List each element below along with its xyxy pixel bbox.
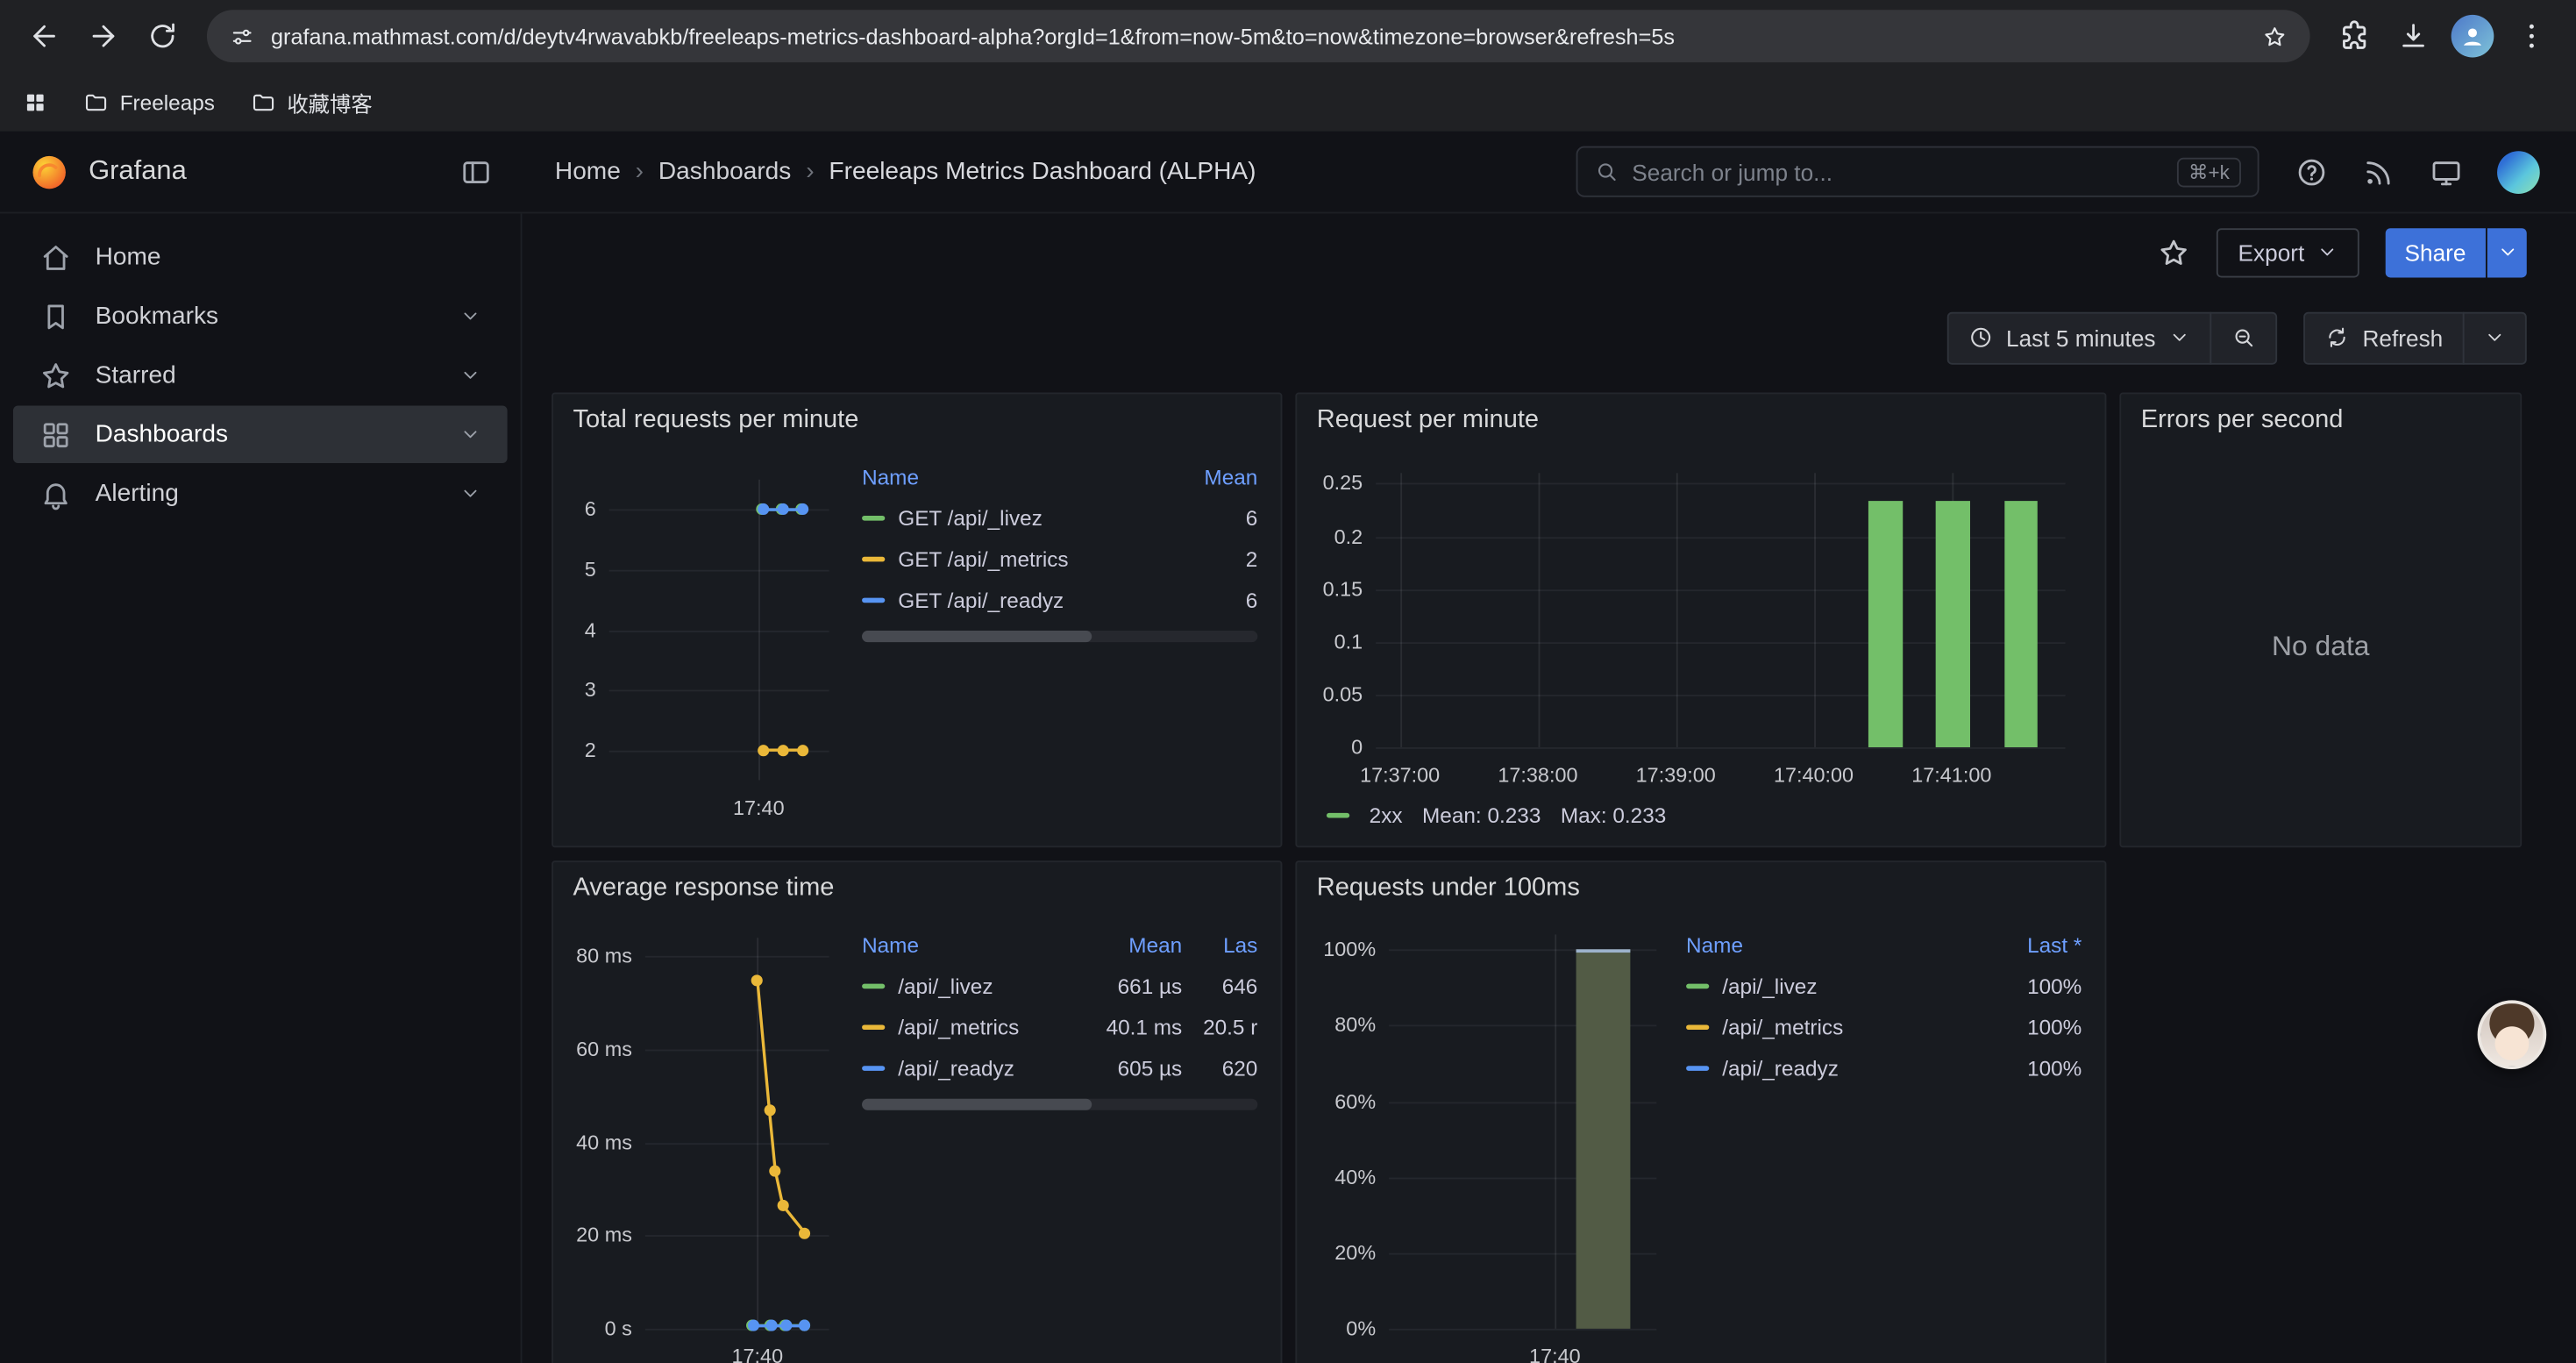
browser-chrome: grafana.mathmast.com/d/deytv4rwavabkb/fr…	[0, 0, 2576, 132]
breadcrumb-dashboards[interactable]: Dashboards	[658, 158, 791, 186]
grafana-logo[interactable]	[30, 152, 69, 191]
folder-icon	[83, 89, 108, 114]
screen: grafana.mathmast.com/d/deytv4rwavabkb/fr…	[0, 0, 2576, 1363]
panel-title[interactable]: Total requests per minute	[553, 394, 1281, 446]
help-icon[interactable]	[2295, 155, 2328, 188]
profile-avatar[interactable]	[2444, 8, 2501, 64]
bookmarks-bar: Freeleaps 收藏博客	[0, 72, 2576, 131]
export-button[interactable]: Export	[2217, 227, 2359, 276]
panel-title[interactable]: Request per minute	[1297, 394, 2104, 446]
monitor-icon[interactable]	[2430, 155, 2462, 188]
zoom-out-icon	[2231, 325, 2256, 350]
panel-title[interactable]: Requests under 100ms	[1297, 862, 2104, 915]
sidebar-item-bookmarks[interactable]: Bookmarks	[13, 288, 508, 346]
time-range-button[interactable]: Last 5 minutes	[1947, 311, 2212, 364]
panel-title[interactable]: Errors per second	[2121, 394, 2520, 446]
legend-inline[interactable]: 2xxMean: 0.233Max: 0.233	[1313, 793, 2089, 836]
avg-response-time-chart: 80 ms60 ms40 ms20 ms0 s17:40	[570, 915, 846, 1363]
clock-icon	[1968, 325, 1993, 350]
floating-assistant-avatar[interactable]	[2478, 1000, 2547, 1069]
grafana-header: Grafana Home › Dashboards › Freeleaps Me…	[0, 132, 2576, 214]
header-icons	[2259, 150, 2576, 193]
breadcrumb-separator: ›	[636, 158, 644, 186]
zoom-out-button[interactable]	[2210, 311, 2277, 364]
sidebar-item-home[interactable]: Home	[13, 228, 508, 286]
bookmark-folder-freeleaps[interactable]: Freeleaps	[83, 89, 214, 114]
browser-menu-kebab-icon[interactable]	[2504, 8, 2560, 64]
panel-avg-response-time: Average response time 80 ms60 ms40 ms20 …	[551, 860, 1282, 1363]
panel-requests-per-minute: Request per minute 0.250.20.150.10.05017…	[1295, 393, 2106, 848]
home-icon	[39, 240, 72, 273]
chevron-down-icon[interactable]	[459, 365, 480, 386]
total-requests-chart: 6543217:40	[570, 446, 846, 836]
refresh-icon	[2324, 325, 2349, 350]
bookmark-folder-blogs[interactable]: 收藏博客	[251, 86, 373, 118]
browser-toolbar: grafana.mathmast.com/d/deytv4rwavabkb/fr…	[0, 0, 2576, 72]
panel-total-requests: Total requests per minute 6543217:40 Nam…	[551, 393, 1282, 848]
dashboard-grid: Total requests per minute 6543217:40 Nam…	[522, 384, 2575, 1363]
panel-requests-under-100ms: Requests under 100ms 100%80%60%40%20%0%1…	[1295, 860, 2106, 1363]
requests-under-100ms-chart: 100%80%60%40%20%0%17:40	[1313, 915, 1669, 1363]
legend-table[interactable]: NameLast */api/_livez100%/api/_metrics10…	[1669, 915, 2088, 1363]
chevron-down-icon[interactable]	[459, 424, 480, 445]
search-icon	[1594, 160, 1619, 184]
chevron-down-icon	[2496, 241, 2517, 262]
extensions-icon[interactable]	[2326, 8, 2382, 64]
star-icon	[39, 359, 72, 391]
search-box[interactable]: ⌘+k	[1576, 146, 2259, 197]
chevron-down-icon	[2316, 241, 2337, 262]
site-settings-icon[interactable]	[230, 24, 254, 48]
breadcrumb-current: Freeleaps Metrics Dashboard (ALPHA)	[829, 158, 1256, 186]
folder-icon	[251, 89, 275, 114]
dashboards-icon	[39, 418, 72, 451]
forward-button[interactable]	[75, 8, 132, 64]
sidebar-item-alerting[interactable]: Alerting	[13, 465, 508, 523]
search-shortcut-badge: ⌘+k	[2177, 157, 2241, 187]
legend-table[interactable]: NameMeanLas/api/_livez661 µs646/api/_met…	[845, 915, 1263, 1363]
address-bar[interactable]: grafana.mathmast.com/d/deytv4rwavabkb/fr…	[207, 10, 2310, 62]
requests-per-minute-chart: 0.250.20.150.10.05017:37:0017:38:0017:39…	[1313, 446, 2089, 793]
refresh-button[interactable]: Refresh	[2303, 311, 2465, 364]
download-icon[interactable]	[2386, 8, 2442, 64]
bookmark-icon	[39, 300, 72, 332]
legend-table[interactable]: NameMeanGET /api/_livez6GET /api/_metric…	[845, 446, 1263, 836]
reload-button[interactable]	[135, 8, 191, 64]
breadcrumb: Home › Dashboards › Freeleaps Metrics Da…	[522, 158, 1256, 186]
sidebar-item-starred[interactable]: Starred	[13, 346, 508, 404]
refresh-interval-dropdown[interactable]	[2463, 311, 2527, 364]
search-input[interactable]	[1632, 159, 2164, 185]
back-button[interactable]	[17, 8, 73, 64]
chevron-down-icon	[2169, 327, 2190, 348]
apps-grid-icon[interactable]	[23, 89, 47, 114]
bookmark-star-icon[interactable]	[2262, 24, 2287, 48]
favorite-star-button[interactable]	[2158, 236, 2190, 268]
sidebar: Home Bookmarks Starred Dashboards Alerti…	[0, 213, 522, 1363]
panel-title[interactable]: Average response time	[553, 862, 1281, 915]
breadcrumb-home[interactable]: Home	[555, 158, 621, 186]
sidebar-toggle-icon[interactable]	[459, 155, 492, 188]
no-data-text: No data	[2121, 446, 2520, 846]
share-dropdown-button[interactable]	[2487, 227, 2527, 276]
dashboard-actions: Export Share	[522, 213, 2575, 290]
time-controls: Last 5 minutes Refresh	[522, 290, 2575, 384]
chevron-down-icon[interactable]	[459, 305, 480, 326]
brand-name[interactable]: Grafana	[89, 156, 187, 188]
breadcrumb-separator: ›	[806, 158, 814, 186]
rss-icon[interactable]	[2363, 155, 2395, 188]
sidebar-item-dashboards[interactable]: Dashboards	[13, 406, 508, 464]
chevron-down-icon[interactable]	[459, 483, 480, 504]
user-avatar[interactable]	[2497, 150, 2540, 193]
chevron-down-icon	[2484, 327, 2505, 348]
panel-errors-per-second: Errors per second No data	[2119, 393, 2522, 848]
bell-icon	[39, 477, 72, 510]
brand-area: Grafana	[0, 152, 522, 191]
share-button[interactable]: Share	[2385, 227, 2486, 276]
url-text[interactable]: grafana.mathmast.com/d/deytv4rwavabkb/fr…	[271, 24, 2246, 48]
